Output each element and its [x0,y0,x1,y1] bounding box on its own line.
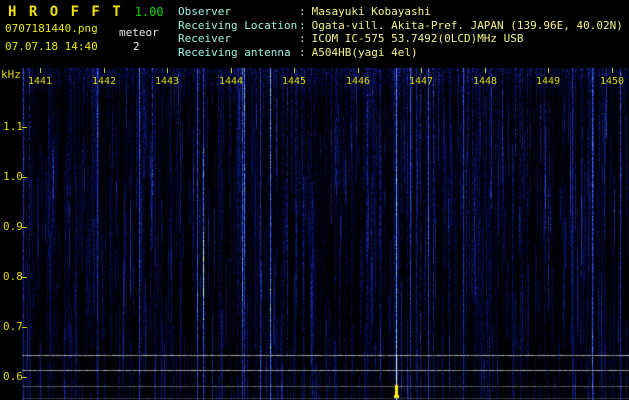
frequency-axis-tick [22,177,27,178]
frequency-axis-tick [22,227,27,228]
frequency-tick-label: 1.0 [3,170,23,183]
time-tick-label: 1448 [472,76,498,87]
observation-datetime: 07.07.18 14:40 [5,40,98,53]
frequency-axis-tick [22,277,27,278]
meteor-count: 2 [133,40,140,53]
frequency-tick-label: 0.8 [3,270,23,283]
frequency-tick-label: 0.9 [3,220,23,233]
time-tick-label: 1447 [408,76,434,87]
info-label: Receiving Location [178,18,298,32]
app-title: H R O F F T [8,4,123,20]
mode-label: meteor [119,26,159,39]
frequency-axis-tick [22,377,27,378]
time-tick-label: 1442 [91,76,117,87]
app-version: 1.00 [134,5,164,19]
info-label: Receiver [178,32,231,45]
info-value: Masayuki Kobayashi [311,5,431,18]
station-info: Observer: Masayuki Kobayashi Receiving Lo… [178,5,623,59]
time-axis-tick [358,68,359,73]
filename-label: 0707181440.png [5,22,98,35]
info-colon: : [299,18,306,32]
time-tick-label: 1446 [345,76,371,87]
info-value: Ogata-vill. Akita-Pref. JAPAN (139.96E, … [311,18,623,32]
time-axis-tick [104,68,105,73]
header-title-row: H R O F F T 1.00 [8,4,164,20]
info-row-receiving-antenna: Receiving antenna: A504HB(yagi 4el) [178,46,623,60]
time-axis-tick [167,68,168,73]
frequency-axis-tick [22,327,27,328]
time-axis-tick [231,68,232,73]
time-tick-label: 1443 [154,76,180,87]
info-colon: : [299,32,306,45]
info-row-receiver: Receiver: ICOM IC-575 53.7492(0LCD)MHz US… [178,32,623,46]
time-tick-label: 1450 [599,76,625,87]
info-row-receiving-location: Receiving Location: Ogata-vill. Akita-Pre… [178,19,623,33]
time-axis-tick [612,68,613,73]
frequency-tick-label: 0.6 [3,370,23,383]
frequency-tick-label: 0.7 [3,320,23,333]
time-axis-tick [294,68,295,73]
info-value: A504HB(yagi 4el) [311,45,418,59]
info-label: Receiving antenna [178,45,291,59]
time-axis-tick [421,68,422,73]
frequency-axis-tick [22,127,27,128]
time-axis-tick [548,68,549,73]
info-colon: : [299,5,306,18]
info-label: Observer [178,5,231,18]
info-value: ICOM IC-575 53.7492(0LCD)MHz USB [311,32,524,45]
time-tick-label: 1449 [535,76,561,87]
hrofft-window: H R O F F T 1.00 0707181440.png meteor 0… [0,0,629,400]
info-row-observer: Observer: Masayuki Kobayashi [178,5,623,19]
spectrogram-canvas [22,68,629,400]
frequency-axis-unit: kHz [1,68,21,81]
time-tick-label: 1445 [281,76,307,87]
info-colon: : [299,45,306,59]
time-tick-label: 1444 [218,76,244,87]
time-axis-tick [485,68,486,73]
time-tick-label: 1441 [27,76,53,87]
frequency-tick-label: 1.1 [3,120,23,133]
time-axis-tick [40,68,41,73]
